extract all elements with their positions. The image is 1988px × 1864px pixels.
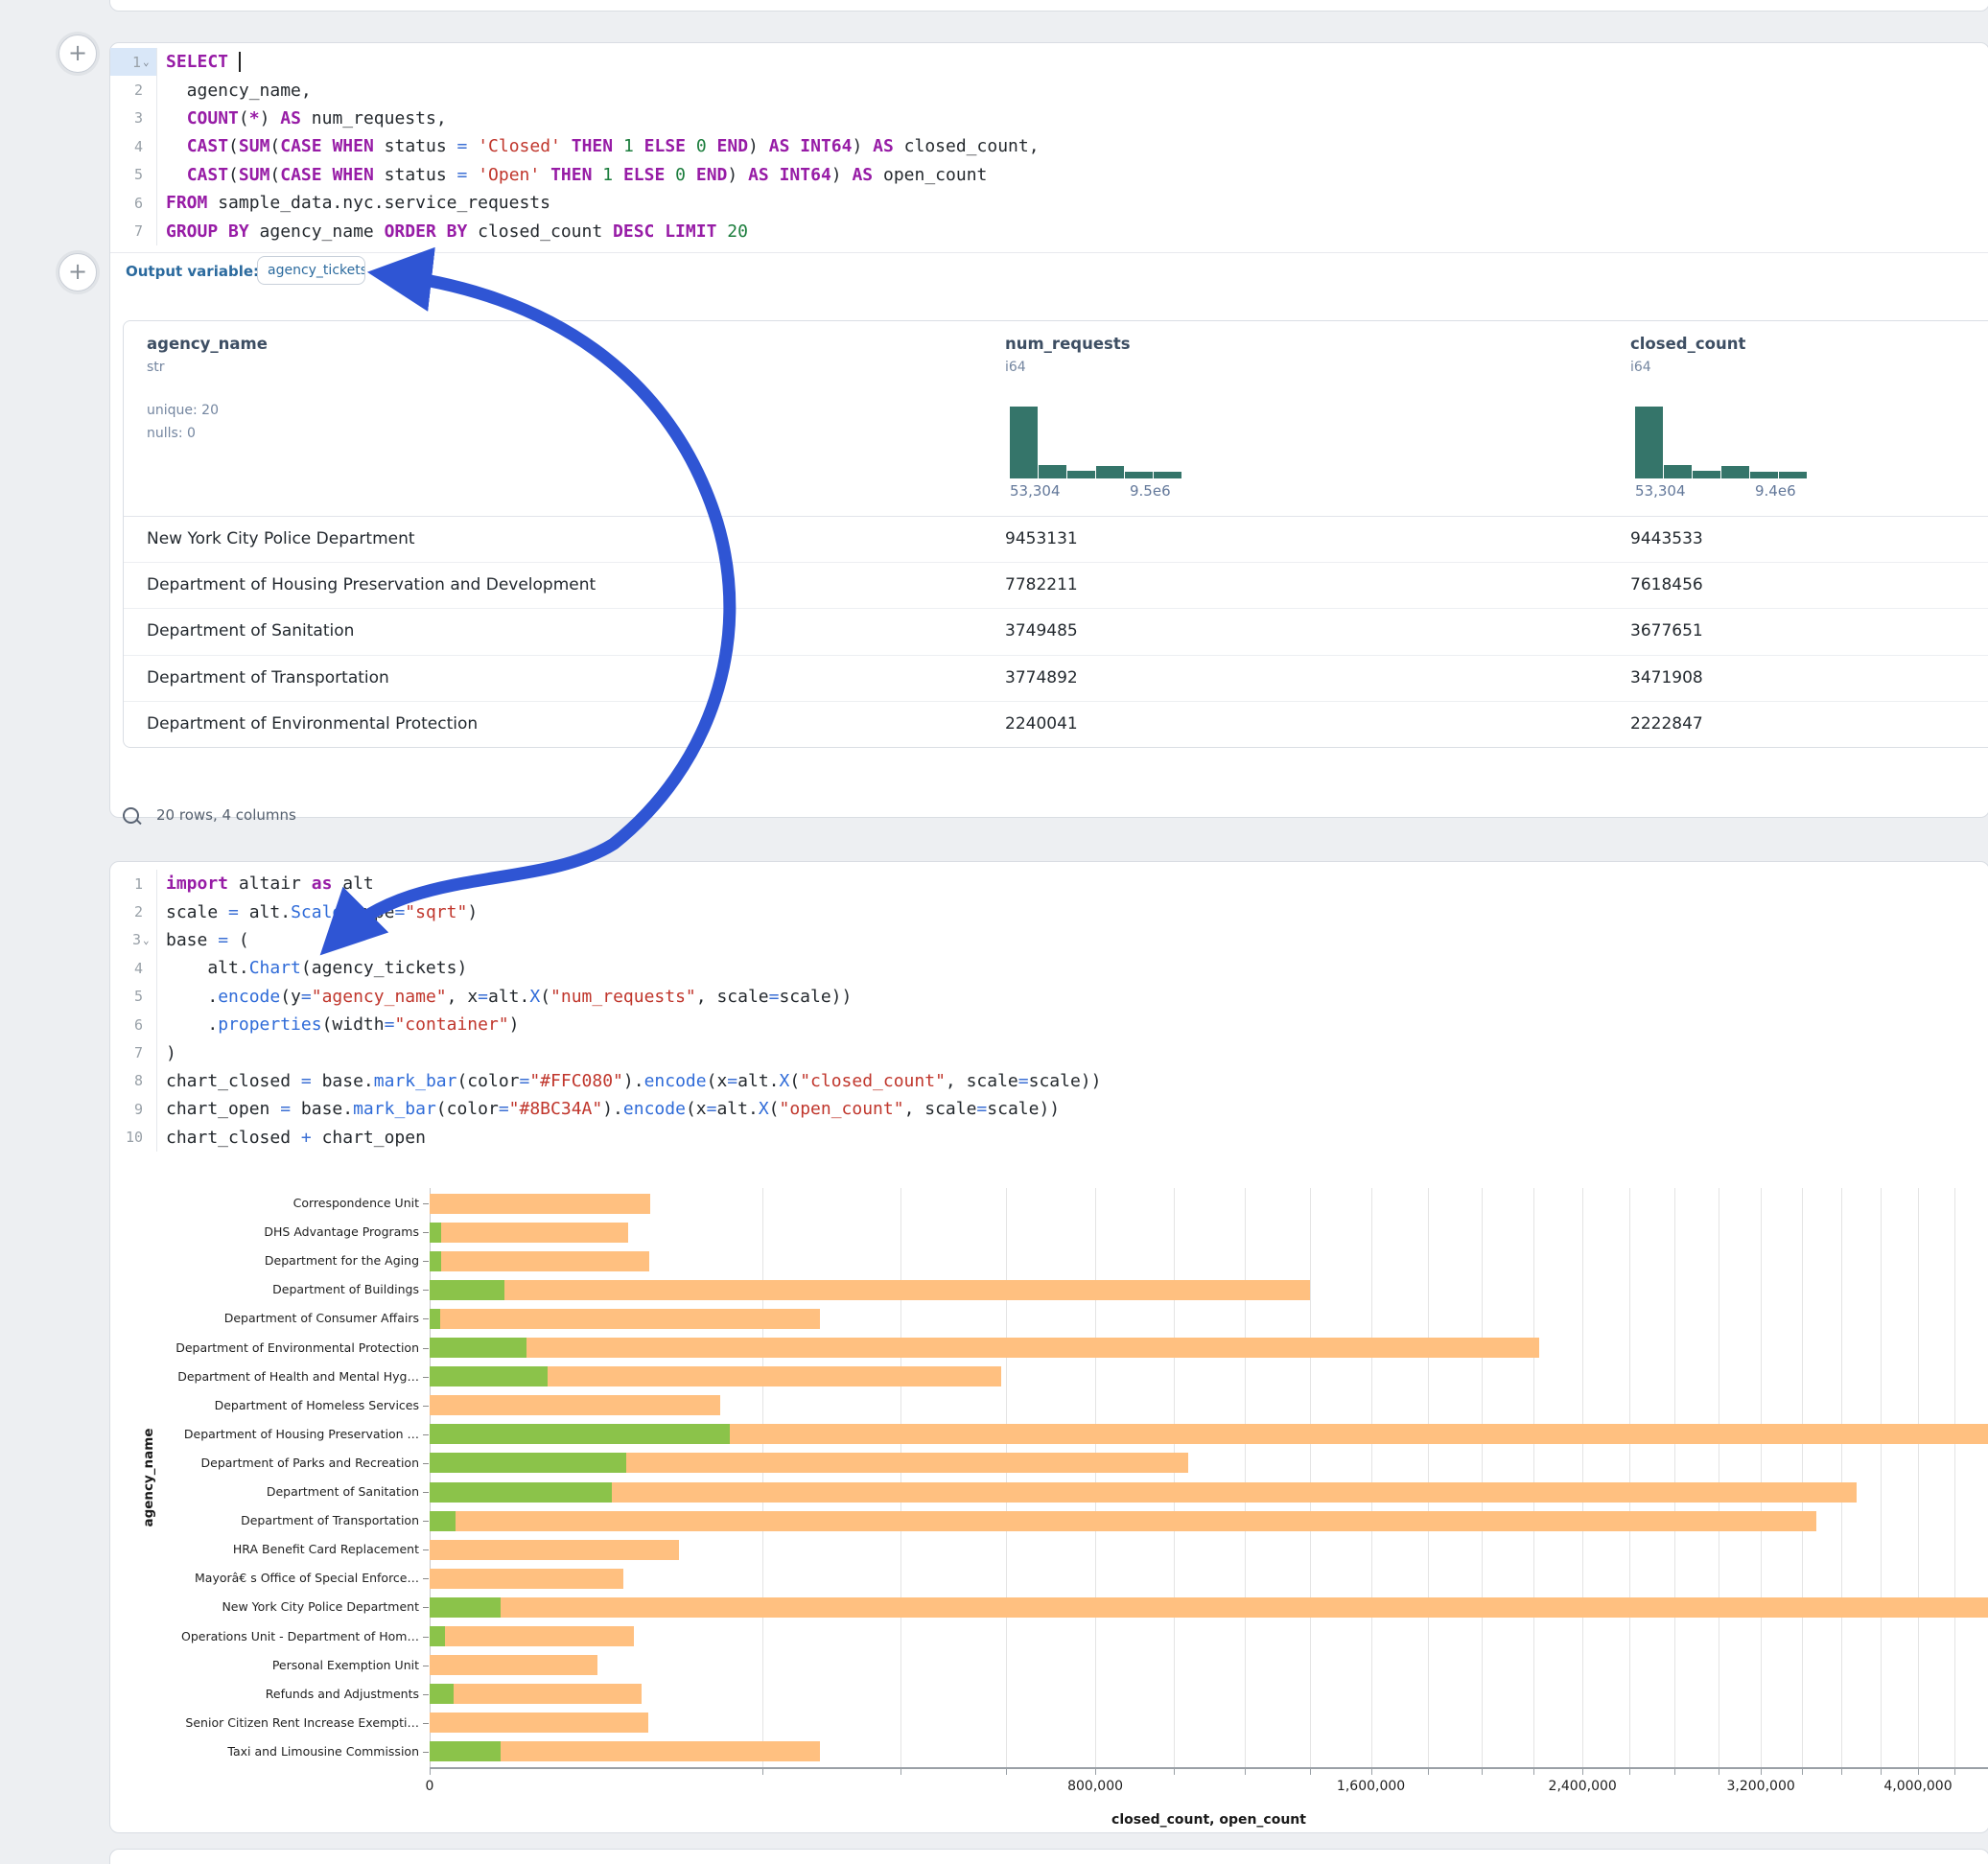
fold-chevron-icon[interactable]: ⌄ — [143, 934, 152, 946]
table-cell: Department of Transportation — [147, 668, 389, 687]
code-line[interactable]: 2 agency_name, — [110, 76, 1988, 104]
line-number: 3 — [110, 105, 157, 132]
table-footer: 20 rows, 4 columns — [123, 801, 296, 829]
code-line[interactable]: 1⌄SELECT — [110, 48, 1988, 76]
code-line[interactable]: 8chart_closed = base.mark_bar(color="#FF… — [110, 1067, 1988, 1095]
add-cell-button-top[interactable]: + — [58, 35, 97, 73]
histogram-bar — [1067, 471, 1095, 478]
histogram-bar — [1664, 465, 1692, 478]
table-cell: Department of Sanitation — [147, 621, 354, 641]
line-number: 1⌄ — [110, 48, 157, 76]
code-line[interactable]: 9chart_open = base.mark_bar(color="#8BC3… — [110, 1095, 1988, 1123]
code-line[interactable]: 1import altair as alt — [110, 870, 1988, 897]
column-header[interactable]: agency_name — [147, 335, 268, 353]
notebook-canvas: + + 1⌄SELECT 2 agency_name,3 COUNT(*) AS… — [0, 0, 1988, 1864]
table-cell: 2222847 — [1630, 714, 1703, 734]
line-number: 5 — [110, 161, 157, 189]
histogram-bar — [1010, 407, 1038, 478]
fold-chevron-icon[interactable]: ⌄ — [143, 56, 152, 68]
table-row: Department of Sanitation 3749485 3677651 — [124, 608, 1988, 655]
table-cell: Department of Environmental Protection — [147, 714, 478, 734]
column-header[interactable]: closed_count — [1630, 335, 1745, 353]
line-number: 8 — [110, 1067, 157, 1095]
histogram-bar — [1635, 407, 1663, 478]
output-variable-label: Output variable: — [126, 263, 259, 280]
table-cell: 3471908 — [1630, 668, 1703, 687]
code-line[interactable]: 6 .properties(width="container") — [110, 1011, 1988, 1038]
dataframe-preview: agency_namestr unique: 20 nulls: 0 num_requ… — [123, 320, 1988, 748]
column-type: i64 — [1630, 360, 1651, 375]
column-histogram — [1010, 407, 1182, 478]
column-stat: nulls: 0 — [147, 426, 196, 441]
table-cell: 9443533 — [1630, 529, 1703, 548]
column-stat: unique: 20 — [147, 403, 219, 418]
line-number: 6 — [110, 189, 157, 217]
line-number: 3⌄ — [110, 926, 157, 954]
histogram-bar — [1125, 472, 1153, 478]
histogram-max-label: 9.4e6 — [1755, 482, 1796, 500]
line-number: 1 — [110, 870, 157, 897]
code-line[interactable]: 7GROUP BY agency_name ORDER BY closed_co… — [110, 217, 1988, 245]
code-line[interactable]: 2scale = alt.Scale(type="sqrt") — [110, 897, 1988, 925]
table-cell: 7618456 — [1630, 575, 1703, 594]
table-cell: 2240041 — [1005, 714, 1078, 734]
python-editor[interactable]: 1import altair as alt2scale = alt.Scale(… — [110, 870, 1988, 1152]
table-row: Department of Environmental Protection 22… — [124, 701, 1988, 748]
sql-cell: 1⌄SELECT 2 agency_name,3 COUNT(*) AS num… — [109, 42, 1988, 818]
code-line[interactable]: 3 COUNT(*) AS num_requests, — [110, 105, 1988, 132]
histogram-min-label: 53,304 — [1010, 482, 1061, 500]
code-line[interactable]: 6FROM sample_data.nyc.service_requests — [110, 189, 1988, 217]
cell-divider — [110, 252, 1988, 253]
table-cell: Department of Housing Preservation and D… — [147, 575, 596, 594]
histogram-bar — [1750, 472, 1778, 478]
code-line[interactable]: 3⌄base = ( — [110, 926, 1988, 954]
python-cell: 1import altair as alt2scale = alt.Scale(… — [109, 861, 1988, 1833]
column-type: str — [147, 360, 165, 375]
line-number: 7 — [110, 217, 157, 245]
row-count-label: 20 rows, 4 columns — [156, 806, 296, 824]
line-number: 5 — [110, 983, 157, 1011]
table-row: New York City Police Department 9453131 94… — [124, 516, 1988, 563]
line-number: 6 — [110, 1011, 157, 1038]
add-cell-button-output[interactable]: + — [58, 253, 97, 291]
histogram-bar — [1779, 472, 1807, 478]
line-number: 10 — [110, 1124, 157, 1152]
histogram-bar — [1096, 466, 1124, 478]
histogram-bar — [1721, 466, 1749, 478]
output-variable-input[interactable]: agency_tickets — [257, 256, 365, 285]
line-number: 2 — [110, 76, 157, 104]
code-line[interactable]: 5 .encode(y="agency_name", x=alt.X("num_… — [110, 983, 1988, 1011]
table-row: Department of Transportation 3774892 34719… — [124, 655, 1988, 702]
table-cell: 7782211 — [1005, 575, 1078, 594]
line-number: 2 — [110, 897, 157, 925]
line-number: 9 — [110, 1095, 157, 1123]
code-line[interactable]: 10chart_closed + chart_open — [110, 1124, 1988, 1152]
histogram-min-label: 53,304 — [1635, 482, 1686, 500]
code-line[interactable]: 7) — [110, 1038, 1988, 1066]
sql-editor[interactable]: 1⌄SELECT 2 agency_name,3 COUNT(*) AS num… — [110, 48, 1988, 245]
column-header[interactable]: num_requests — [1005, 335, 1131, 353]
histogram-bar — [1693, 471, 1720, 478]
column-histogram — [1635, 407, 1808, 478]
table-cell: 3677651 — [1630, 621, 1703, 641]
text-cursor — [239, 52, 241, 72]
search-icon[interactable] — [123, 807, 139, 824]
table-cell: 3749485 — [1005, 621, 1078, 641]
table-cell: 3774892 — [1005, 668, 1078, 687]
line-number: 7 — [110, 1038, 157, 1066]
line-number: 4 — [110, 954, 157, 982]
code-line[interactable]: 4 CAST(SUM(CASE WHEN status = 'Closed' T… — [110, 132, 1988, 160]
code-line[interactable]: 4 alt.Chart(agency_tickets) — [110, 954, 1988, 982]
table-cell: New York City Police Department — [147, 529, 415, 548]
code-line[interactable]: 5 CAST(SUM(CASE WHEN status = 'Open' THE… — [110, 161, 1988, 189]
histogram-max-label: 9.5e6 — [1130, 482, 1171, 500]
histogram-bar — [1154, 472, 1181, 478]
previous-cell-edge — [109, 0, 1988, 12]
table-cell: 9453131 — [1005, 529, 1078, 548]
histogram-bar — [1039, 465, 1066, 478]
column-type: i64 — [1005, 360, 1026, 375]
line-number: 4 — [110, 132, 157, 160]
table-row: Department of Housing Preservation and D… — [124, 562, 1988, 609]
next-cell-edge — [109, 1849, 1988, 1864]
